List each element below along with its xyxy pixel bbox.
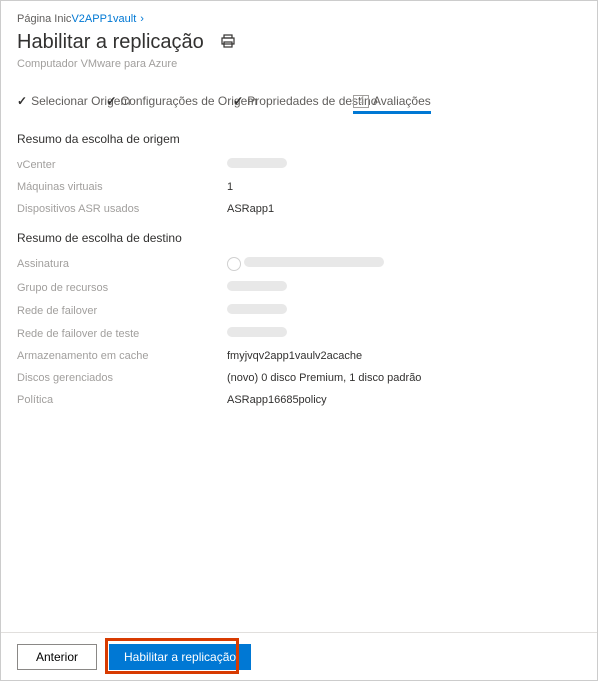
label-subscription: Assinatura xyxy=(17,258,227,270)
page-title: Habilitar a replicação xyxy=(17,31,204,54)
page-subtitle: Computador VMware para Azure xyxy=(17,58,581,70)
row-asr-devices: Dispositivos ASR usados ASRapp1 xyxy=(17,203,581,215)
value-disks: (novo) 0 disco Premium, 1 disco padrão xyxy=(227,372,421,384)
enable-replication-button[interactable]: Habilitar a replicação xyxy=(109,644,251,670)
value-resource-group xyxy=(227,281,287,294)
check-icon: ✓ xyxy=(17,94,27,108)
breadcrumb-prefix: Página Inic xyxy=(17,13,71,25)
active-step-indicator xyxy=(353,111,430,114)
label-disks: Discos gerenciados xyxy=(17,372,227,384)
row-policy: Política ASRapp16685policy xyxy=(17,394,581,406)
check-icon: ✓ xyxy=(106,94,116,108)
label-vms: Máquinas virtuais xyxy=(17,181,227,193)
value-failover-net xyxy=(227,304,287,317)
origin-summary-title: Resumo da escolha de origem xyxy=(17,132,581,146)
check-icon: ✓ xyxy=(233,94,243,108)
chevron-right-icon: › xyxy=(140,13,144,25)
previous-button[interactable]: Anterior xyxy=(17,644,97,670)
row-vcenter: vCenter xyxy=(17,158,581,171)
label-failover-test-net: Rede de failover de teste xyxy=(17,328,227,340)
label-asr: Dispositivos ASR usados xyxy=(17,203,227,215)
value-failover-test-net xyxy=(227,327,287,340)
redacted-value xyxy=(227,281,287,291)
row-failover-test-network: Rede de failover de teste xyxy=(17,327,581,340)
print-icon[interactable] xyxy=(220,33,236,52)
breadcrumb-link[interactable]: V2APP1vault xyxy=(71,13,136,25)
value-subscription xyxy=(227,257,384,271)
redacted-circle xyxy=(227,257,241,271)
redacted-value xyxy=(227,304,287,314)
label-vcenter: vCenter xyxy=(17,159,227,171)
step-label: Avaliações xyxy=(373,94,431,108)
label-resource-group: Grupo de recursos xyxy=(17,282,227,294)
label-policy: Política xyxy=(17,394,227,406)
value-policy: ASRapp16685policy xyxy=(227,394,327,406)
row-subscription: Assinatura xyxy=(17,257,581,271)
row-managed-disks: Discos gerenciados (novo) 0 disco Premiu… xyxy=(17,372,581,384)
wizard-steps: ✓ Selecionar Origem ✓ Configurações de O… xyxy=(17,94,581,108)
value-cache: fmyjvqv2app1vaulv2acache xyxy=(227,350,362,362)
value-asr: ASRapp1 xyxy=(227,203,274,215)
label-failover-net: Rede de failover xyxy=(17,305,227,317)
value-vms: 1 xyxy=(227,181,233,193)
breadcrumb: Página InicV2APP1vault › xyxy=(17,13,581,25)
redacted-value xyxy=(244,257,384,267)
redacted-value xyxy=(227,158,287,168)
redacted-value xyxy=(227,327,287,337)
step-number: 4 xyxy=(353,95,369,108)
row-failover-network: Rede de failover xyxy=(17,304,581,317)
label-cache: Armazenamento em cache xyxy=(17,350,227,362)
dest-summary-title: Resumo de escolha de destino xyxy=(17,231,581,245)
value-vcenter xyxy=(227,158,287,171)
step-evaluations: 4 Avaliações xyxy=(353,94,430,108)
row-resource-group: Grupo de recursos xyxy=(17,281,581,294)
footer: Anterior Habilitar a replicação xyxy=(1,632,597,680)
row-cache-storage: Armazenamento em cache fmyjvqv2app1vaulv… xyxy=(17,350,581,362)
row-virtual-machines: Máquinas virtuais 1 xyxy=(17,181,581,193)
